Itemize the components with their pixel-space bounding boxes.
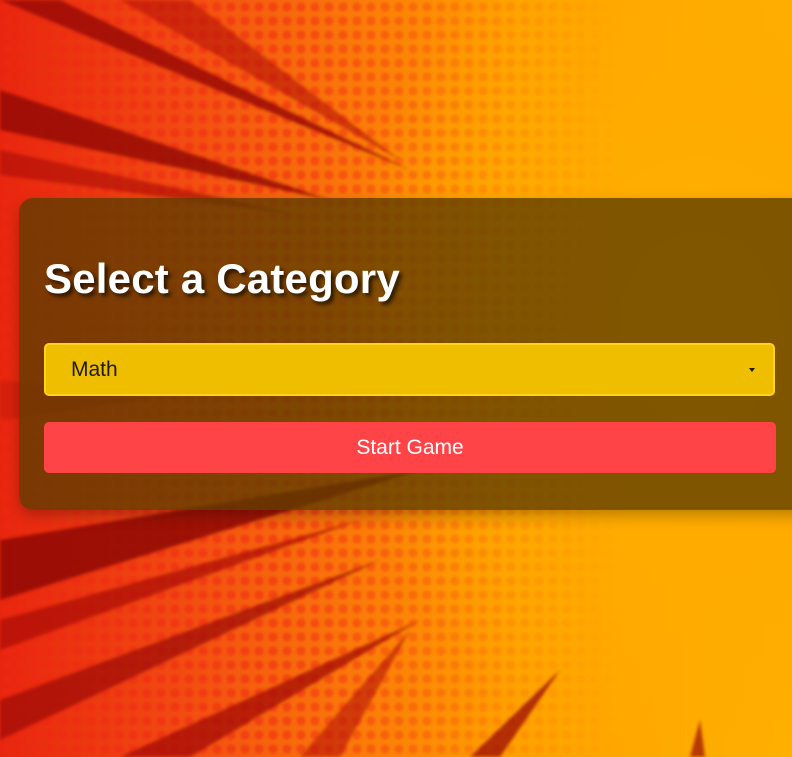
category-select[interactable]: Math xyxy=(44,343,775,396)
start-game-button[interactable]: Start Game xyxy=(44,422,776,473)
chevron-down-icon xyxy=(749,368,755,372)
comic-burst-background: Select a Category Math Start Game xyxy=(0,0,792,757)
page-title: Select a Category xyxy=(44,255,400,302)
category-select-value: Math xyxy=(71,358,118,381)
category-panel: Select a Category Math Start Game xyxy=(19,198,792,510)
